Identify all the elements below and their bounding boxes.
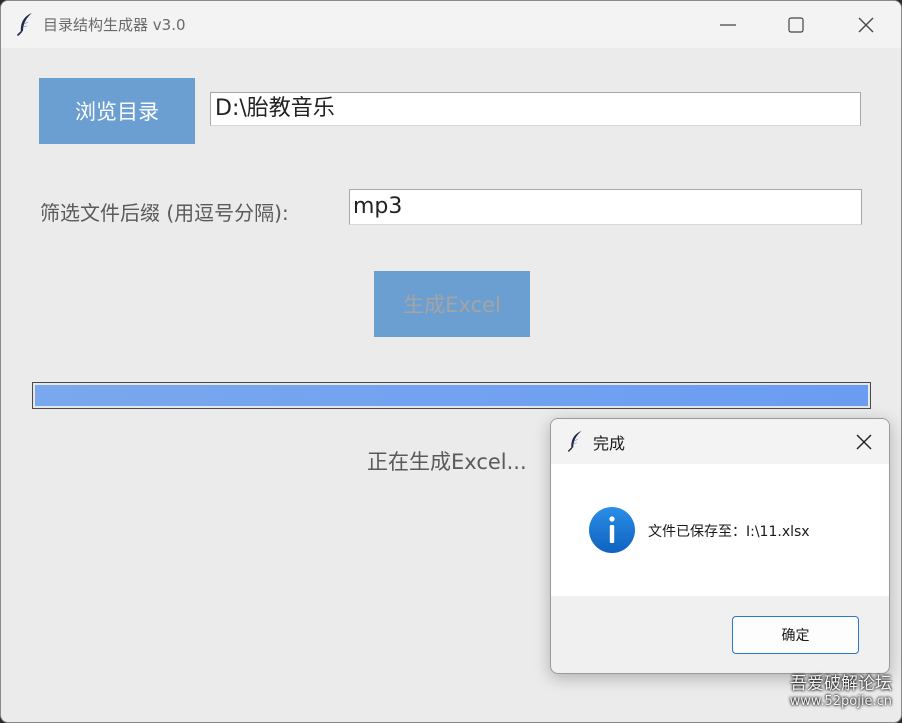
filter-extension-input[interactable]: mp3: [349, 189, 862, 225]
status-text: 正在生成Excel...: [367, 450, 527, 474]
feather-icon: [568, 431, 582, 452]
browse-directory-button[interactable]: 浏览目录: [39, 78, 195, 144]
directory-path-input[interactable]: D:\胎教音乐: [210, 92, 861, 126]
dialog-close-button[interactable]: [839, 419, 889, 464]
feather-icon: [17, 13, 32, 36]
completion-dialog: 完成 文件已保存至：I:\11.xlsx 确定: [550, 418, 890, 674]
filter-extension-label: 筛选文件后缀 (用逗号分隔):: [40, 201, 289, 225]
progress-fill: [35, 385, 868, 406]
close-icon: [858, 17, 874, 32]
watermark: 吾爱破解论坛 www.52pojie.cn: [789, 674, 892, 709]
minimize-icon: [720, 23, 736, 26]
title-bar[interactable]: 目录结构生成器 v3.0: [1, 1, 901, 48]
dialog-title-bar[interactable]: 完成: [551, 419, 889, 464]
window-title: 目录结构生成器 v3.0: [43, 16, 186, 34]
maximize-icon: [788, 16, 804, 33]
close-button[interactable]: [833, 1, 899, 48]
progress-bar: [32, 382, 871, 409]
minimize-button[interactable]: [695, 1, 761, 48]
close-icon: [856, 434, 872, 449]
maximize-button[interactable]: [763, 1, 829, 48]
dialog-title: 完成: [593, 434, 626, 453]
info-icon: [589, 507, 635, 553]
watermark-url: www.52pojie.cn: [789, 693, 892, 709]
dialog-message: 文件已保存至：I:\11.xlsx: [648, 524, 810, 540]
watermark-title: 吾爱破解论坛: [790, 674, 892, 694]
dialog-body: 文件已保存至：I:\11.xlsx: [551, 464, 889, 596]
ok-button[interactable]: 确定: [732, 616, 859, 654]
generate-excel-button[interactable]: 生成Excel: [374, 271, 530, 337]
